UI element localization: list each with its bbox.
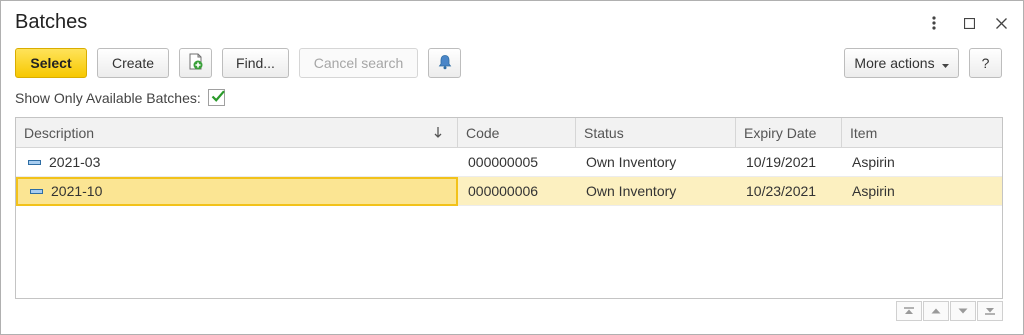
cancel-search-button[interactable]: Cancel search: [299, 48, 418, 78]
batches-window: Batches Select Create Find... Cancel sea…: [0, 0, 1024, 335]
chevron-down-icon: [941, 55, 949, 71]
status-cell: Own Inventory: [586, 154, 677, 170]
status-cell: Own Inventory: [586, 183, 677, 199]
more-actions-button[interactable]: More actions: [844, 48, 959, 78]
find-button[interactable]: Find...: [222, 48, 289, 78]
kebab-menu-icon[interactable]: [925, 13, 943, 33]
notification-button[interactable]: [428, 48, 461, 78]
sort-arrow-icon: [434, 118, 442, 148]
description-cell[interactable]: 2021-10: [16, 177, 458, 206]
create-button[interactable]: Create: [97, 48, 169, 78]
expiry-date-cell: 10/19/2021: [746, 154, 817, 170]
item-cell: Aspirin: [852, 183, 895, 199]
next-page-button[interactable]: [950, 301, 976, 321]
available-filter: Show Only Available Batches:: [15, 89, 225, 106]
last-page-button[interactable]: [977, 301, 1003, 321]
check-icon: [210, 88, 226, 107]
description-cell: 2021-03: [16, 148, 458, 177]
expiry-date-cell: 10/23/2021: [746, 183, 817, 199]
first-page-icon: [903, 302, 915, 320]
next-page-icon: [957, 302, 969, 320]
column-header-code[interactable]: Code: [458, 118, 576, 148]
column-header-expiry-date[interactable]: Expiry Date: [736, 118, 842, 148]
row-marker-icon: [28, 159, 41, 165]
select-button[interactable]: Select: [15, 48, 87, 78]
window-title: Batches: [15, 11, 88, 33]
more-actions-label: More actions: [854, 55, 935, 71]
column-header-status[interactable]: Status: [576, 118, 736, 148]
bell-icon: [438, 54, 452, 73]
close-icon[interactable]: [992, 13, 1010, 33]
row-marker-icon: [30, 188, 43, 194]
help-button[interactable]: ?: [969, 48, 1002, 78]
available-filter-label: Show Only Available Batches:: [15, 89, 201, 106]
item-cell: Aspirin: [852, 154, 895, 170]
last-page-icon: [984, 302, 996, 320]
table-row[interactable]: 2021-03 000000005 Own Inventory 10/19/20…: [16, 148, 1002, 177]
prev-page-icon: [930, 302, 942, 320]
code-cell: 000000006: [468, 183, 539, 199]
first-page-button[interactable]: [896, 301, 922, 321]
prev-page-button[interactable]: [923, 301, 949, 321]
column-header-description[interactable]: Description: [16, 118, 458, 148]
create-copy-icon: [188, 53, 204, 74]
table-header: Description Code Status Expiry Date Item: [16, 118, 1002, 148]
column-header-item[interactable]: Item: [842, 118, 1002, 148]
maximize-icon[interactable]: [960, 13, 978, 33]
batches-table: Description Code Status Expiry Date Item…: [15, 117, 1003, 299]
code-cell: 000000005: [468, 154, 539, 170]
table-row-selected[interactable]: 2021-10 000000006 Own Inventory 10/23/20…: [16, 177, 1002, 206]
available-filter-checkbox[interactable]: [207, 88, 226, 107]
create-copy-button[interactable]: [179, 48, 212, 78]
